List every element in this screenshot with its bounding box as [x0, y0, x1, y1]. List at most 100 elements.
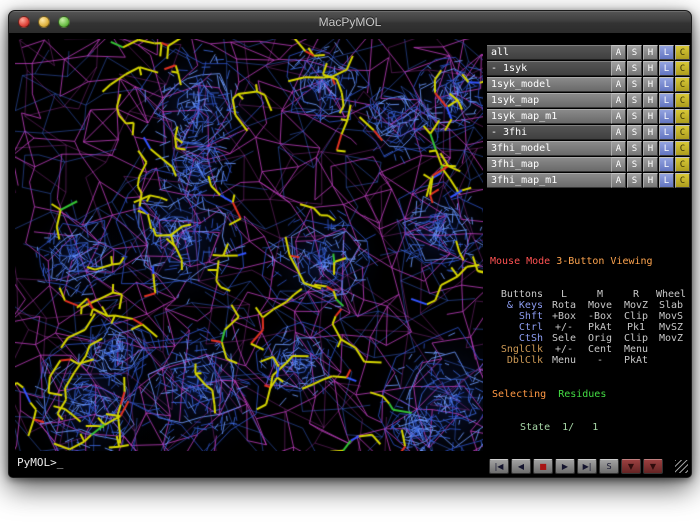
show-menu-button[interactable]: S	[627, 109, 642, 124]
object-name-button[interactable]: 3fhi_map	[487, 157, 611, 172]
hide-menu-button[interactable]: H	[643, 77, 658, 92]
desktop: MacPyMOL PyMOL>_ all A S H L C - 1syk A …	[0, 0, 700, 523]
mouse-matrix-row: SnglClk+/-CentMenu	[490, 344, 691, 355]
color-menu-button[interactable]: C	[675, 125, 690, 140]
color-menu-button[interactable]: C	[675, 45, 690, 60]
mouse-mode-label[interactable]: Mouse Mode	[490, 256, 550, 267]
step-backward-button[interactable]: ◀	[511, 459, 531, 474]
mouse-binding-cell: L	[546, 289, 582, 300]
color-menu-button[interactable]: C	[675, 173, 690, 188]
object-name-button[interactable]: 1syk_map_m1	[487, 109, 611, 124]
3d-viewport[interactable]: PyMOL>_	[9, 33, 487, 477]
mouse-mode-value[interactable]: 3-Button Viewing	[556, 256, 652, 267]
play-button[interactable]: ▶	[555, 459, 575, 474]
show-menu-button[interactable]: S	[627, 61, 642, 76]
go-to-start-button[interactable]: |◀	[489, 459, 509, 474]
label-menu-button[interactable]: L	[659, 93, 674, 108]
color-menu-button[interactable]: C	[675, 93, 690, 108]
molecule-density-render[interactable]	[15, 39, 483, 451]
object-name-button[interactable]: 3fhi_model	[487, 141, 611, 156]
movie-menu-button[interactable]: ▼	[643, 459, 663, 474]
label-menu-button[interactable]: L	[659, 77, 674, 92]
mouse-binding-cell: Move	[582, 300, 618, 311]
hide-menu-button[interactable]: H	[643, 173, 658, 188]
scene-menu-button[interactable]: ▼	[621, 459, 641, 474]
action-menu-button[interactable]: A	[611, 125, 626, 140]
hide-menu-button[interactable]: H	[643, 61, 658, 76]
object-name-button[interactable]: 1syk_map	[487, 93, 611, 108]
label-menu-button[interactable]: L	[659, 173, 674, 188]
show-menu-button[interactable]: S	[627, 157, 642, 172]
object-row: 3fhi_map A S H L C	[487, 157, 691, 172]
hide-menu-button[interactable]: H	[643, 45, 658, 60]
object-row-buttons: A S H L C	[611, 109, 691, 124]
mouse-binding-cell: Sele	[546, 333, 582, 344]
action-menu-button[interactable]: A	[611, 173, 626, 188]
action-menu-button[interactable]: A	[611, 109, 626, 124]
mouse-binding-cell: Wheel	[654, 289, 688, 300]
command-prompt[interactable]: PyMOL>_	[17, 456, 63, 469]
object-row: 1syk_model A S H L C	[487, 77, 691, 92]
object-name-button[interactable]: all	[487, 45, 611, 60]
mouse-binding-cell: -	[582, 355, 618, 366]
mouse-binding-cell: Menu	[618, 344, 654, 355]
label-menu-button[interactable]: L	[659, 157, 674, 172]
color-menu-button[interactable]: C	[675, 77, 690, 92]
label-menu-button[interactable]: L	[659, 61, 674, 76]
go-to-end-button[interactable]: ▶|	[577, 459, 597, 474]
object-name-button[interactable]: - 1syk	[487, 61, 611, 76]
object-row-buttons: A S H L C	[611, 93, 691, 108]
action-menu-button[interactable]: A	[611, 157, 626, 172]
show-menu-button[interactable]: S	[627, 125, 642, 140]
mouse-matrix-row: Shft+Box-BoxClipMovS	[490, 311, 691, 322]
object-row-buttons: A S H L C	[611, 173, 691, 188]
show-menu-button[interactable]: S	[627, 173, 642, 188]
object-row-buttons: A S H L C	[611, 45, 691, 60]
selecting-line: Selecting Residues	[490, 389, 691, 400]
hide-menu-button[interactable]: H	[643, 93, 658, 108]
state-line: State1/ 1	[490, 422, 691, 433]
hide-menu-button[interactable]: H	[643, 141, 658, 156]
object-row: - 3fhi A S H L C	[487, 125, 691, 140]
color-menu-button[interactable]: C	[675, 157, 690, 172]
mouse-binding-cell: Menu	[546, 355, 582, 366]
label-menu-button[interactable]: L	[659, 125, 674, 140]
show-menu-button[interactable]: S	[627, 77, 642, 92]
mouse-binding-cell: Cent	[582, 344, 618, 355]
mouse-binding-cell	[654, 344, 688, 355]
selecting-value[interactable]: Residues	[558, 389, 606, 400]
label-menu-button[interactable]: L	[659, 141, 674, 156]
color-menu-button[interactable]: C	[675, 141, 690, 156]
hide-menu-button[interactable]: H	[643, 157, 658, 172]
sidebar: all A S H L C - 1syk A S H L C 1syk_mode…	[487, 33, 691, 477]
mouse-key-label: DblClk	[490, 355, 546, 366]
object-name-button[interactable]: 3fhi_map_m1	[487, 173, 611, 188]
mouse-binding-cell: MovZ	[618, 300, 654, 311]
titlebar[interactable]: MacPyMOL	[9, 11, 691, 34]
mouse-matrix-row: ButtonsLMRWheel	[490, 289, 691, 300]
mouse-binding-cell: Clip	[618, 311, 654, 322]
hide-menu-button[interactable]: H	[643, 125, 658, 140]
mouse-binding-cell	[654, 355, 688, 366]
action-menu-button[interactable]: A	[611, 141, 626, 156]
action-menu-button[interactable]: A	[611, 77, 626, 92]
label-menu-button[interactable]: L	[659, 109, 674, 124]
action-menu-button[interactable]: A	[611, 45, 626, 60]
hide-menu-button[interactable]: H	[643, 109, 658, 124]
object-name-button[interactable]: 1syk_model	[487, 77, 611, 92]
show-menu-button[interactable]: S	[627, 93, 642, 108]
state-toggle-button[interactable]: S	[599, 459, 619, 474]
color-menu-button[interactable]: C	[675, 109, 690, 124]
action-menu-button[interactable]: A	[611, 93, 626, 108]
mouse-binding-cell: +Box	[546, 311, 582, 322]
label-menu-button[interactable]: L	[659, 45, 674, 60]
show-menu-button[interactable]: S	[627, 45, 642, 60]
selecting-label[interactable]: Selecting	[492, 389, 546, 400]
stop-button[interactable]: ■	[533, 459, 553, 474]
show-menu-button[interactable]: S	[627, 141, 642, 156]
color-menu-button[interactable]: C	[675, 61, 690, 76]
resize-grip[interactable]	[675, 460, 688, 473]
mouse-binding-cell: MovS	[654, 311, 688, 322]
action-menu-button[interactable]: A	[611, 61, 626, 76]
object-name-button[interactable]: - 3fhi	[487, 125, 611, 140]
